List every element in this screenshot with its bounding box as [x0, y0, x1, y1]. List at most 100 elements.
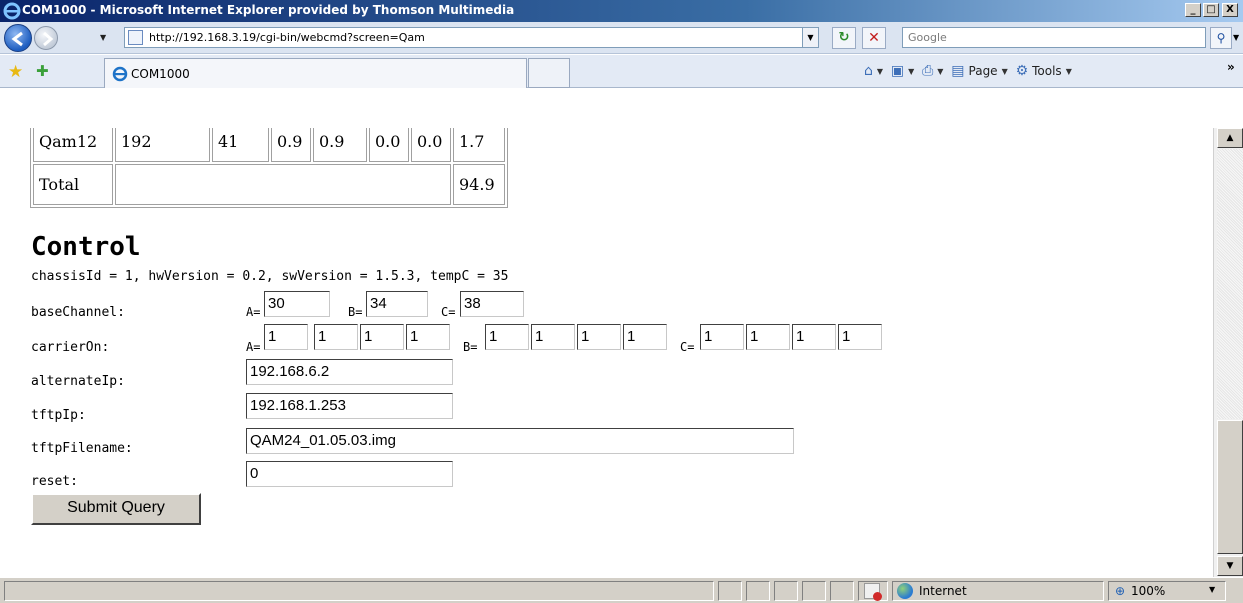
carrier-on-a-input[interactable]: 1 — [264, 324, 308, 350]
table-row: Qam12 192 41 0.9 0.9 0.0 0.0 1.7 — [33, 128, 505, 162]
toolbar-overflow-chevron-icon[interactable]: » — [1227, 60, 1235, 74]
new-tab-button[interactable] — [528, 58, 570, 88]
favorites-star-icon[interactable]: ★ — [8, 62, 23, 82]
carrier-on-a-prefix: A= — [246, 340, 261, 354]
table-cell: Qam12 — [33, 128, 113, 162]
carrier-on-b-input[interactable]: 1 — [485, 324, 529, 350]
search-options-dropdown-icon[interactable]: ▼ — [1233, 27, 1243, 49]
alternate-ip-label: alternateIp: — [31, 374, 125, 389]
carrier-on-a-input[interactable]: 1 — [406, 324, 450, 350]
popup-blocked-section[interactable] — [858, 581, 888, 601]
search-icon: ⚲ — [1216, 31, 1226, 45]
ie-logo-icon — [3, 2, 21, 20]
zoom-icon: ⊕ — [1115, 584, 1126, 598]
address-url[interactable]: http://192.168.3.19/cgi-bin/webcmd?scree… — [149, 31, 425, 44]
control-info: chassisId = 1, hwVersion = 0.2, swVersio… — [31, 269, 509, 284]
forward-button[interactable] — [34, 26, 58, 50]
tab-label: COM1000 — [131, 67, 190, 81]
vertical-scrollbar[interactable]: ▲ ▼ — [1213, 128, 1243, 577]
address-dropdown-icon[interactable]: ▼ — [802, 28, 818, 47]
table-cell: 0.9 — [313, 128, 367, 162]
tools-menu[interactable]: Tools — [1032, 64, 1062, 78]
home-icon[interactable]: ⌂ — [864, 63, 873, 79]
page-content: Qam12 192 41 0.9 0.9 0.0 0.0 1.7 Total 9… — [0, 128, 1221, 577]
base-channel-b-prefix: B= — [348, 305, 363, 319]
recent-pages-dropdown-icon[interactable]: ▼ — [100, 33, 106, 42]
table-cell: 192 — [115, 128, 210, 162]
back-button[interactable] — [4, 24, 32, 52]
security-zone-section[interactable]: Internet — [892, 581, 1104, 601]
refresh-button[interactable]: ↻ — [832, 27, 856, 49]
tools-gear-icon: ⚙ — [1015, 63, 1029, 79]
feeds-icon[interactable]: ▣ — [891, 63, 904, 79]
tftp-ip-label: tftpIp: — [31, 408, 86, 423]
search-input[interactable]: Google — [902, 27, 1206, 48]
scroll-up-arrow-icon: ▲ — [1226, 133, 1234, 143]
tftp-ip-input[interactable]: 192.168.1.253 — [246, 393, 453, 419]
carrier-on-c-input[interactable]: 1 — [746, 324, 790, 350]
close-button[interactable]: X — [1222, 3, 1238, 17]
carrier-on-a-input[interactable]: 1 — [360, 324, 404, 350]
table-cell: 1.7 — [453, 128, 505, 162]
carrier-on-c-input[interactable]: 1 — [838, 324, 882, 350]
add-favorite-icon[interactable]: ✚ — [36, 62, 49, 80]
ie-page-icon — [112, 66, 128, 82]
back-arrow-icon — [11, 31, 23, 47]
carrier-on-c-prefix: C= — [680, 340, 695, 354]
base-channel-label: baseChannel: — [31, 305, 125, 320]
zoom-section[interactable]: ⊕ 100% ▼ — [1108, 581, 1226, 601]
carrier-on-c-input[interactable]: 1 — [700, 324, 744, 350]
zoom-dropdown-icon[interactable]: ▼ — [1209, 585, 1215, 594]
scroll-down-button[interactable]: ▼ — [1217, 556, 1243, 576]
zoom-level: 100% — [1131, 584, 1166, 598]
submit-query-button[interactable]: Submit Query — [31, 493, 201, 525]
table-cell-empty — [115, 164, 451, 205]
page-dropdown-icon[interactable]: ▼ — [1002, 67, 1008, 76]
tools-dropdown-icon[interactable]: ▼ — [1066, 67, 1072, 76]
page-menu[interactable]: Page — [969, 64, 998, 78]
window-title-bar[interactable]: COM1000 - Microsoft Internet Explorer pr… — [0, 0, 1243, 22]
status-section — [718, 581, 742, 601]
carrier-on-b-input[interactable]: 1 — [577, 324, 621, 350]
status-section — [802, 581, 826, 601]
print-icon[interactable]: ⎙ — [922, 63, 933, 79]
internet-globe-icon — [897, 583, 913, 599]
base-channel-a-prefix: A= — [246, 305, 261, 319]
forward-arrow-icon — [43, 31, 54, 47]
carrier-on-b-prefix: B= — [463, 340, 478, 354]
table-cell: 0.0 — [411, 128, 451, 162]
scroll-up-button[interactable]: ▲ — [1217, 128, 1243, 148]
search-placeholder: Google — [908, 31, 947, 44]
minimize-button[interactable]: _ — [1185, 3, 1201, 17]
carrier-on-c-input[interactable]: 1 — [792, 324, 836, 350]
print-dropdown-icon[interactable]: ▼ — [937, 67, 943, 76]
scrollbar-thumb[interactable] — [1217, 420, 1243, 554]
base-channel-c-prefix: C= — [441, 305, 456, 319]
home-dropdown-icon[interactable]: ▼ — [877, 67, 883, 76]
table-cell: 0.9 — [271, 128, 311, 162]
address-field[interactable]: http://192.168.3.19/cgi-bin/webcmd?scree… — [124, 27, 819, 48]
tftp-filename-label: tftpFilename: — [31, 441, 133, 456]
maximize-button[interactable]: □ — [1203, 3, 1219, 17]
tftp-filename-input[interactable]: QAM24_01.05.03.img — [246, 428, 794, 454]
table-cell: 0.0 — [369, 128, 409, 162]
carrier-on-b-input[interactable]: 1 — [623, 324, 667, 350]
tab-toolbar: ★ ✚ COM1000 ⌂ ▼ ▣ ▼ ⎙ ▼ ▤ Page ▼ ⚙ Tools ▼ » — [0, 55, 1243, 88]
address-toolbar: ▼ http://192.168.3.19/cgi-bin/webcmd?scr… — [0, 22, 1243, 54]
alternate-ip-input[interactable]: 192.168.6.2 — [246, 359, 453, 385]
tab-com1000[interactable]: COM1000 — [104, 58, 527, 88]
base-channel-c-input[interactable]: 38 — [460, 291, 524, 317]
feeds-dropdown-icon[interactable]: ▼ — [908, 67, 914, 76]
total-label: Total — [33, 164, 113, 205]
reset-input[interactable]: 0 — [246, 461, 453, 487]
scrollbar-track[interactable] — [1217, 149, 1243, 419]
search-button[interactable]: ⚲ — [1210, 27, 1232, 49]
total-value: 94.9 — [453, 164, 505, 205]
base-channel-a-input[interactable]: 30 — [264, 291, 330, 317]
carrier-on-b-input[interactable]: 1 — [531, 324, 575, 350]
stop-button[interactable]: ✕ — [862, 27, 886, 49]
popup-blocked-icon — [864, 583, 882, 601]
carrier-on-a-input[interactable]: 1 — [314, 324, 358, 350]
base-channel-b-input[interactable]: 34 — [366, 291, 428, 317]
window-title: COM1000 - Microsoft Internet Explorer pr… — [22, 3, 515, 17]
